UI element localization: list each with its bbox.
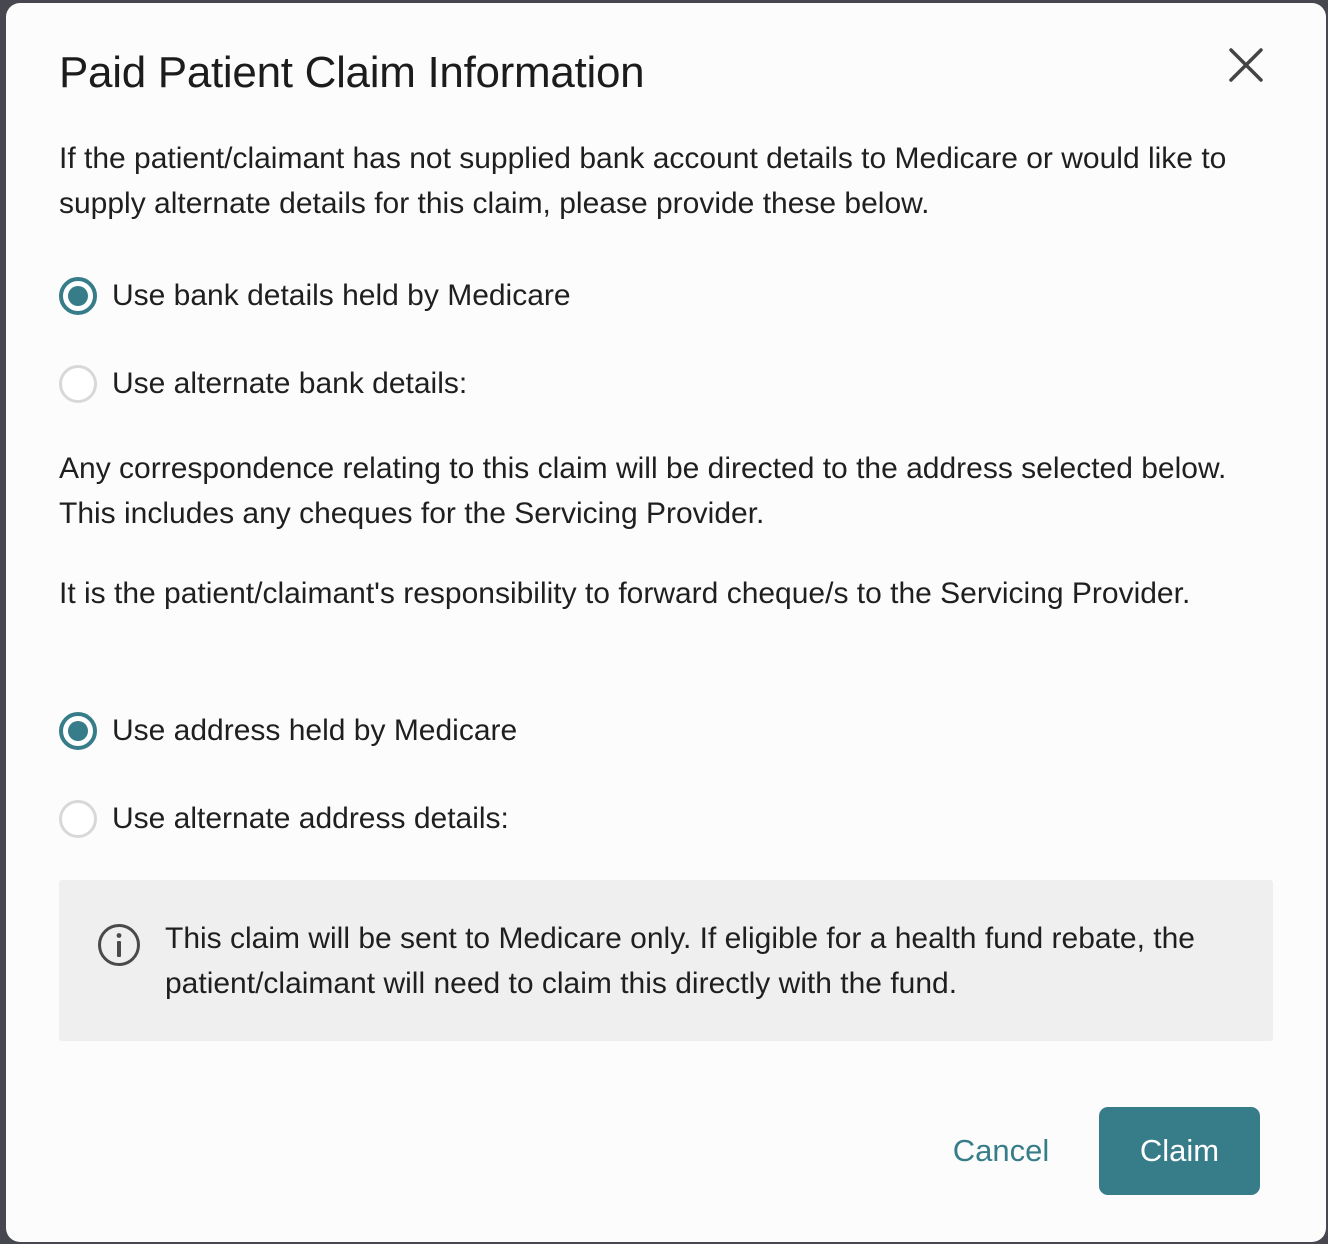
claim-button[interactable]: Claim	[1099, 1107, 1260, 1195]
radio-button-checked[interactable]	[59, 712, 97, 750]
info-circle-icon	[98, 924, 140, 966]
close-button[interactable]	[1228, 47, 1264, 83]
radio-bank-alternate[interactable]: Use alternate bank details:	[59, 362, 467, 406]
radio-bank-medicare[interactable]: Use bank details held by Medicare	[59, 274, 571, 318]
radio-button[interactable]	[59, 800, 97, 838]
radio-button[interactable]	[59, 365, 97, 403]
radio-address-medicare[interactable]: Use address held by Medicare	[59, 709, 517, 753]
responsibility-text: It is the patient/claimant's responsibil…	[59, 577, 1191, 610]
radio-label: Use bank details held by Medicare	[112, 279, 571, 312]
radio-label: Use alternate address details:	[112, 802, 509, 835]
radio-label: Use address held by Medicare	[112, 714, 518, 747]
info-notice: This claim will be sent to Medicare only…	[59, 880, 1273, 1041]
correspondence-text: Any correspondence relating to this clai…	[59, 452, 1227, 530]
cancel-button[interactable]: Cancel	[931, 1107, 1071, 1195]
radio-button-checked[interactable]	[59, 277, 97, 315]
paid-patient-claim-dialog: Paid Patient Claim Information If the pa…	[6, 3, 1326, 1242]
info-text: This claim will be sent to Medicare only…	[165, 922, 1195, 1000]
dialog-title: Paid Patient Claim Information	[59, 48, 645, 97]
intro-text: If the patient/claimant has not supplied…	[59, 142, 1227, 220]
radio-label: Use alternate bank details:	[112, 367, 468, 400]
close-icon	[1229, 48, 1263, 82]
radio-address-alternate[interactable]: Use alternate address details:	[59, 797, 509, 841]
